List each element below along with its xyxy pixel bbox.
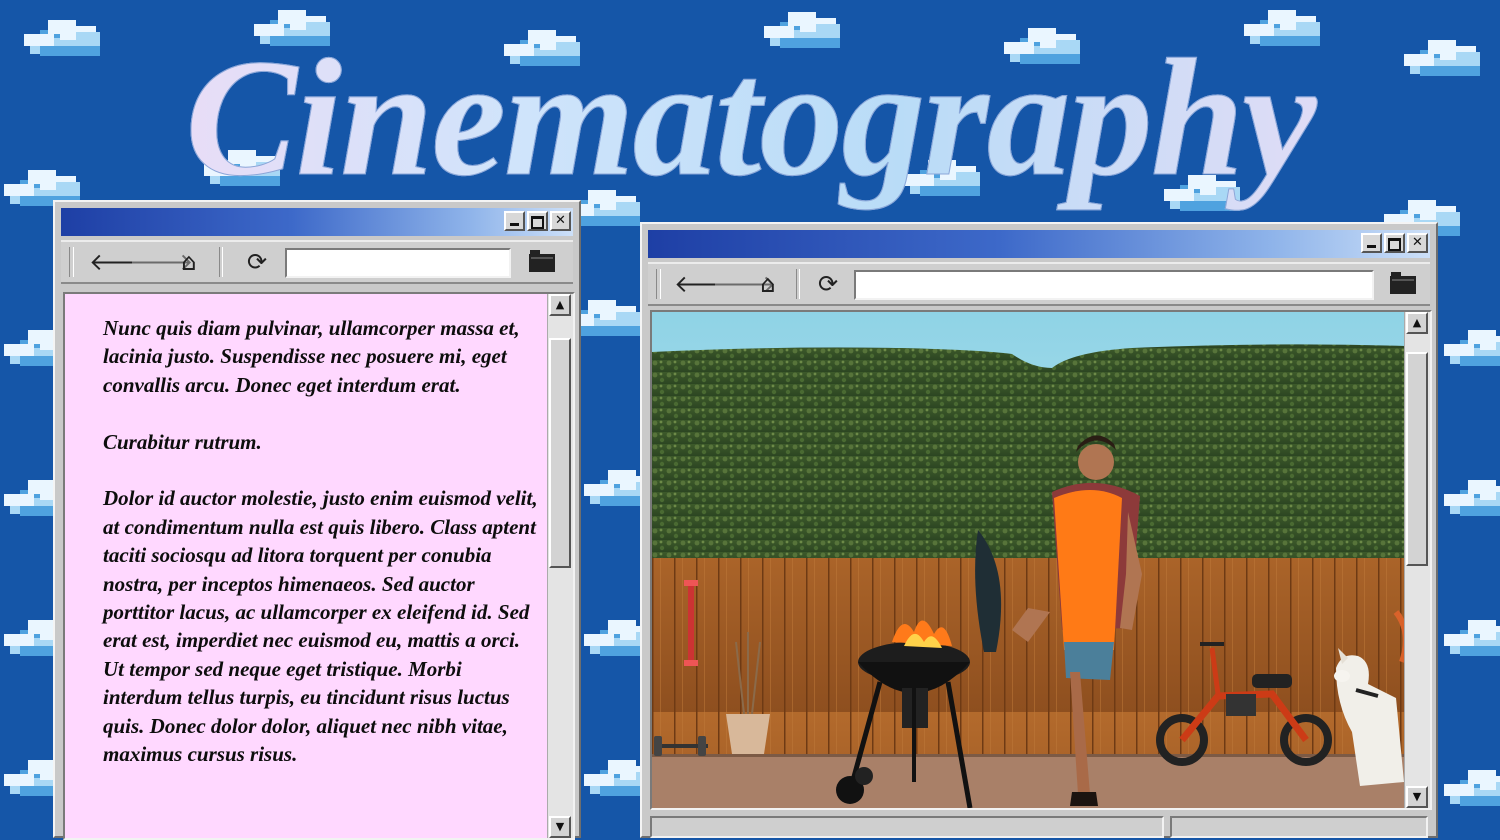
home-icon: ⌂ <box>181 248 197 276</box>
address-bar[interactable] <box>285 248 511 278</box>
forward-button[interactable]: 🡒 <box>129 248 193 276</box>
close-button[interactable]: ✕ <box>1407 233 1428 253</box>
scroll-up-button[interactable]: ▲ <box>549 294 571 316</box>
home-button[interactable]: ⌂ <box>754 270 782 298</box>
toolbar-separator <box>219 247 223 277</box>
folder-icon[interactable] <box>1390 272 1416 294</box>
home-icon: ⌂ <box>760 270 776 298</box>
status-bar <box>650 816 1428 838</box>
close-icon: ✕ <box>1412 235 1423 250</box>
folder-icon[interactable] <box>529 250 555 272</box>
vertical-scrollbar[interactable]: ▲ ▼ <box>547 294 573 838</box>
scroll-up-button[interactable]: ▲ <box>1406 312 1428 334</box>
image-content-area: ▲ ▼ <box>650 310 1432 810</box>
toolbar-grip <box>69 247 74 277</box>
paragraph: Curabitur rutrum. <box>103 429 262 454</box>
refresh-icon: ⟳ <box>817 270 839 298</box>
back-button[interactable]: 🡐 <box>89 248 153 276</box>
article-text: Nunc quis diam pulvinar, ullamcorper mas… <box>103 314 543 797</box>
paragraph: Dolor id auctor molestie, justo enim eui… <box>103 486 538 767</box>
forward-button[interactable]: 🡒 <box>712 270 776 298</box>
home-button[interactable]: ⌂ <box>175 248 203 276</box>
triangle-up-icon: ▲ <box>555 298 565 311</box>
maximize-button[interactable] <box>1384 233 1405 253</box>
triangle-down-icon: ▼ <box>555 820 565 833</box>
refresh-button[interactable]: ⟳ <box>814 270 842 298</box>
toolbar: 🡐 🡒 ⌂ ⟳ <box>61 240 573 284</box>
back-button[interactable]: 🡐 <box>674 270 738 298</box>
minimize-button[interactable] <box>1361 233 1382 253</box>
scroll-thumb[interactable] <box>549 338 571 568</box>
toolbar-separator <box>796 269 800 299</box>
address-bar[interactable] <box>854 270 1374 300</box>
image-window: ✕ 🡐 🡒 ⌂ ⟳ ▲ ▼ <box>640 222 1438 838</box>
scroll-thumb[interactable] <box>1406 352 1428 566</box>
status-pane-right <box>1170 816 1428 838</box>
minimize-icon <box>510 223 519 226</box>
film-still-image <box>652 312 1406 808</box>
triangle-up-icon: ▲ <box>1412 316 1422 329</box>
maximize-icon <box>1388 238 1401 251</box>
status-pane-left <box>650 816 1164 838</box>
scroll-down-button[interactable]: ▼ <box>549 816 571 838</box>
minimize-icon <box>1367 245 1376 248</box>
page-title: Cinematography <box>0 18 1500 218</box>
toolbar-grip <box>656 269 661 299</box>
backyard-scene <box>652 312 1406 808</box>
scroll-down-button[interactable]: ▼ <box>1406 786 1428 808</box>
refresh-icon: ⟳ <box>246 248 268 276</box>
text-content-area: Nunc quis diam pulvinar, ullamcorper mas… <box>63 292 575 840</box>
triangle-down-icon: ▼ <box>1412 790 1422 803</box>
title-bar[interactable]: ✕ <box>648 230 1430 258</box>
text-window: ✕ 🡐 🡒 ⌂ ⟳ Nunc quis diam pulvinar, ullam… <box>53 200 581 840</box>
paragraph: Nunc quis diam pulvinar, ullamcorper mas… <box>103 316 520 397</box>
toolbar: 🡐 🡒 ⌂ ⟳ <box>648 262 1430 306</box>
refresh-button[interactable]: ⟳ <box>243 248 271 276</box>
vertical-scrollbar[interactable]: ▲ ▼ <box>1404 312 1430 808</box>
